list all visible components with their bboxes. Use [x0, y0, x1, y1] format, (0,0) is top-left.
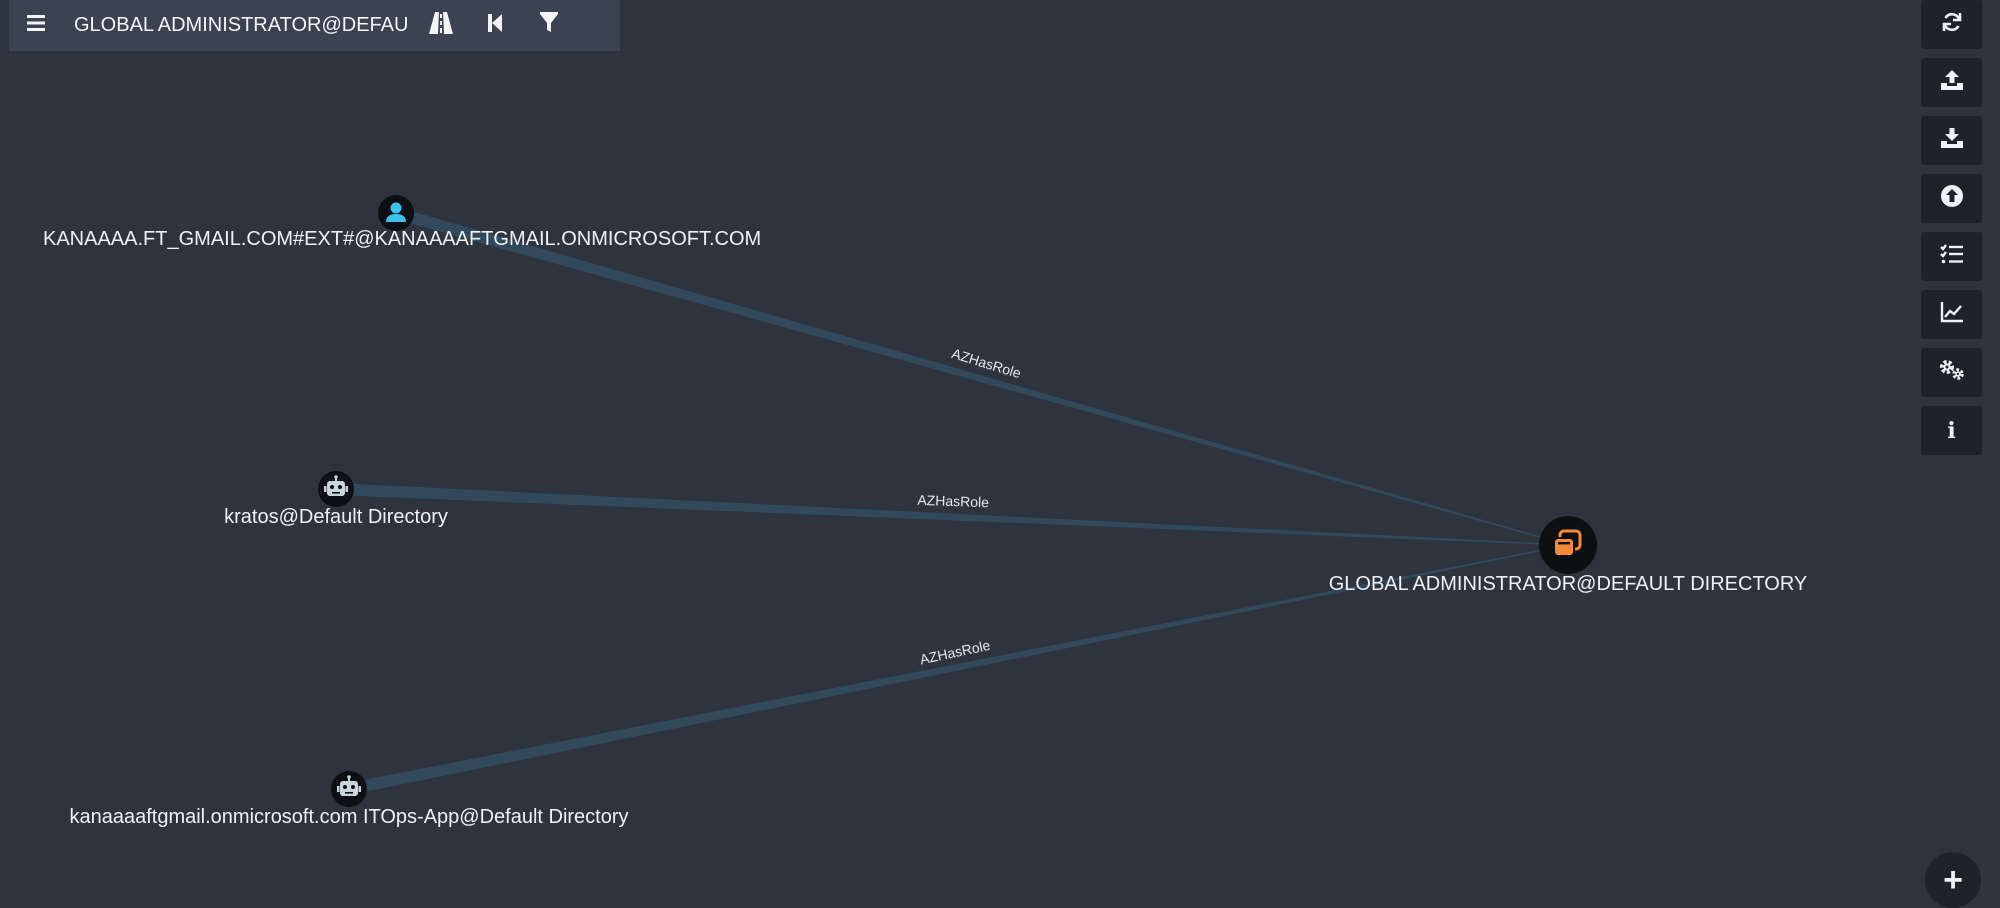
filter-button[interactable]	[522, 0, 576, 51]
node-kratos[interactable]	[318, 471, 354, 507]
import-icon	[1940, 184, 1964, 213]
search-bar: GLOBAL ADMINISTRATOR@DEFAU	[9, 0, 620, 51]
plus-icon: +	[1943, 861, 1963, 899]
download-button[interactable]	[1921, 116, 1982, 165]
upload-icon	[1940, 69, 1964, 96]
node-itops[interactable]	[331, 771, 367, 807]
info-icon: i	[1947, 417, 1956, 444]
settings-button[interactable]	[1921, 348, 1982, 397]
menu-icon	[26, 14, 46, 37]
import-button[interactable]	[1921, 174, 1982, 223]
filter-icon	[539, 12, 559, 39]
queries-button[interactable]	[1921, 232, 1982, 281]
node-label-kratos: kratos@Default Directory	[224, 506, 448, 528]
refresh-icon	[1941, 11, 1963, 38]
node-user[interactable]	[378, 195, 414, 231]
back-button[interactable]	[468, 0, 522, 51]
back-icon	[486, 13, 504, 38]
info-button[interactable]: i	[1921, 406, 1982, 455]
upload-button[interactable]	[1921, 58, 1982, 107]
stats-button[interactable]	[1921, 290, 1982, 339]
search-input[interactable]: GLOBAL ADMINISTRATOR@DEFAU	[74, 14, 414, 37]
refresh-button[interactable]	[1921, 0, 1982, 49]
zoom-in-button[interactable]: +	[1925, 852, 1981, 908]
pathfinding-icon	[428, 11, 454, 40]
edge-label: AZHasRole	[917, 492, 989, 510]
node-label-itops: kanaaaaftgmail.onmicrosoft.com ITOps-App…	[69, 806, 629, 828]
queries-icon	[1939, 243, 1964, 270]
menu-button[interactable]	[9, 0, 63, 51]
node-label-globaladmin: GLOBAL ADMINISTRATOR@DEFAULT DIRECTORY	[1328, 573, 1808, 595]
settings-icon	[1939, 359, 1965, 386]
stats-icon	[1940, 301, 1964, 328]
graph-canvas[interactable]: AZHasRoleAZHasRoleAZHasRole	[0, 0, 2000, 907]
node-globaladmin[interactable]	[1539, 516, 1597, 574]
download-icon	[1940, 127, 1964, 154]
node-label-user: KANAAAA.FT_GMAIL.COM#EXT#@KANAAAAFTGMAIL…	[43, 228, 762, 250]
pathfinding-button[interactable]	[414, 0, 468, 51]
